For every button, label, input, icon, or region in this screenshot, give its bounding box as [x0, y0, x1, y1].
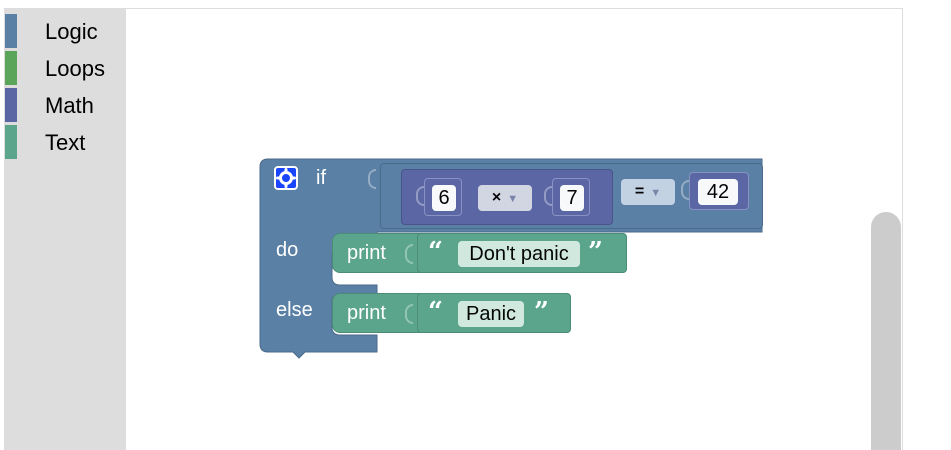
print-block[interactable]: print “ Panic ” — [332, 293, 571, 333]
number-block[interactable]: 42 — [689, 172, 749, 210]
category-color-swatch — [5, 51, 17, 85]
text-field[interactable]: Panic — [458, 301, 524, 327]
toolbox-category-math[interactable]: Math — [5, 88, 126, 122]
text-field[interactable]: Don't panic — [458, 241, 580, 267]
math-operator-value: × — [491, 189, 502, 206]
blockly-workspace[interactable]: Logic Loops Math Text if do else 6 × ▼ 7… — [4, 8, 903, 450]
close-quote: ” — [588, 237, 603, 267]
input-connector — [405, 304, 413, 324]
number-field-b[interactable]: 7 — [560, 185, 584, 211]
number-block[interactable]: 6 — [424, 178, 462, 216]
input-connector — [681, 180, 689, 200]
number-field-a[interactable]: 6 — [432, 185, 456, 211]
input-connector — [544, 186, 552, 206]
dropdown-arrow-icon: ▼ — [650, 187, 662, 199]
input-connector — [416, 186, 424, 206]
open-quote: “ — [428, 297, 443, 327]
if-label: if — [316, 167, 326, 189]
input-connector — [405, 244, 413, 264]
category-label: Loops — [45, 56, 105, 81]
toolbox-category-text[interactable]: Text — [5, 125, 126, 159]
gear-glyph — [276, 168, 296, 188]
category-label: Math — [45, 93, 94, 118]
compare-operator-value: = — [634, 183, 645, 200]
close-quote: ” — [534, 297, 549, 327]
compare-block[interactable]: 6 × ▼ 7 = ▼ 42 — [380, 163, 763, 229]
compare-operator-dropdown[interactable]: = ▼ — [621, 179, 675, 205]
number-block[interactable]: 7 — [552, 178, 590, 216]
category-label: Text — [45, 130, 86, 155]
input-connector — [368, 169, 376, 189]
number-field-c[interactable]: 42 — [698, 179, 738, 205]
category-color-swatch — [5, 88, 17, 122]
dropdown-arrow-icon: ▼ — [507, 193, 519, 205]
math-operator-dropdown[interactable]: × ▼ — [478, 185, 532, 211]
else-label: else — [276, 299, 313, 321]
category-color-swatch — [5, 14, 17, 48]
open-quote: “ — [428, 237, 443, 267]
text-block[interactable]: “ Panic ” — [417, 293, 571, 333]
toolbox-category-logic[interactable]: Logic — [5, 14, 126, 48]
workspace-scrollbar[interactable] — [871, 212, 901, 450]
category-label: Logic — [45, 19, 98, 44]
if-else-block[interactable]: if do else 6 × ▼ 7 = ▼ 42 print “ Don't … — [259, 158, 764, 359]
gear-icon[interactable] — [274, 166, 298, 190]
toolbox: Logic Loops Math Text — [5, 9, 126, 450]
toolbox-category-loops[interactable]: Loops — [5, 51, 126, 85]
category-color-swatch — [5, 125, 17, 159]
text-block[interactable]: “ Don't panic ” — [417, 233, 627, 273]
print-keyword: print — [347, 242, 386, 264]
print-block[interactable]: print “ Don't panic ” — [332, 233, 627, 273]
arithmetic-block[interactable]: 6 × ▼ 7 — [401, 169, 613, 225]
print-keyword: print — [347, 302, 386, 324]
do-label: do — [276, 239, 299, 261]
